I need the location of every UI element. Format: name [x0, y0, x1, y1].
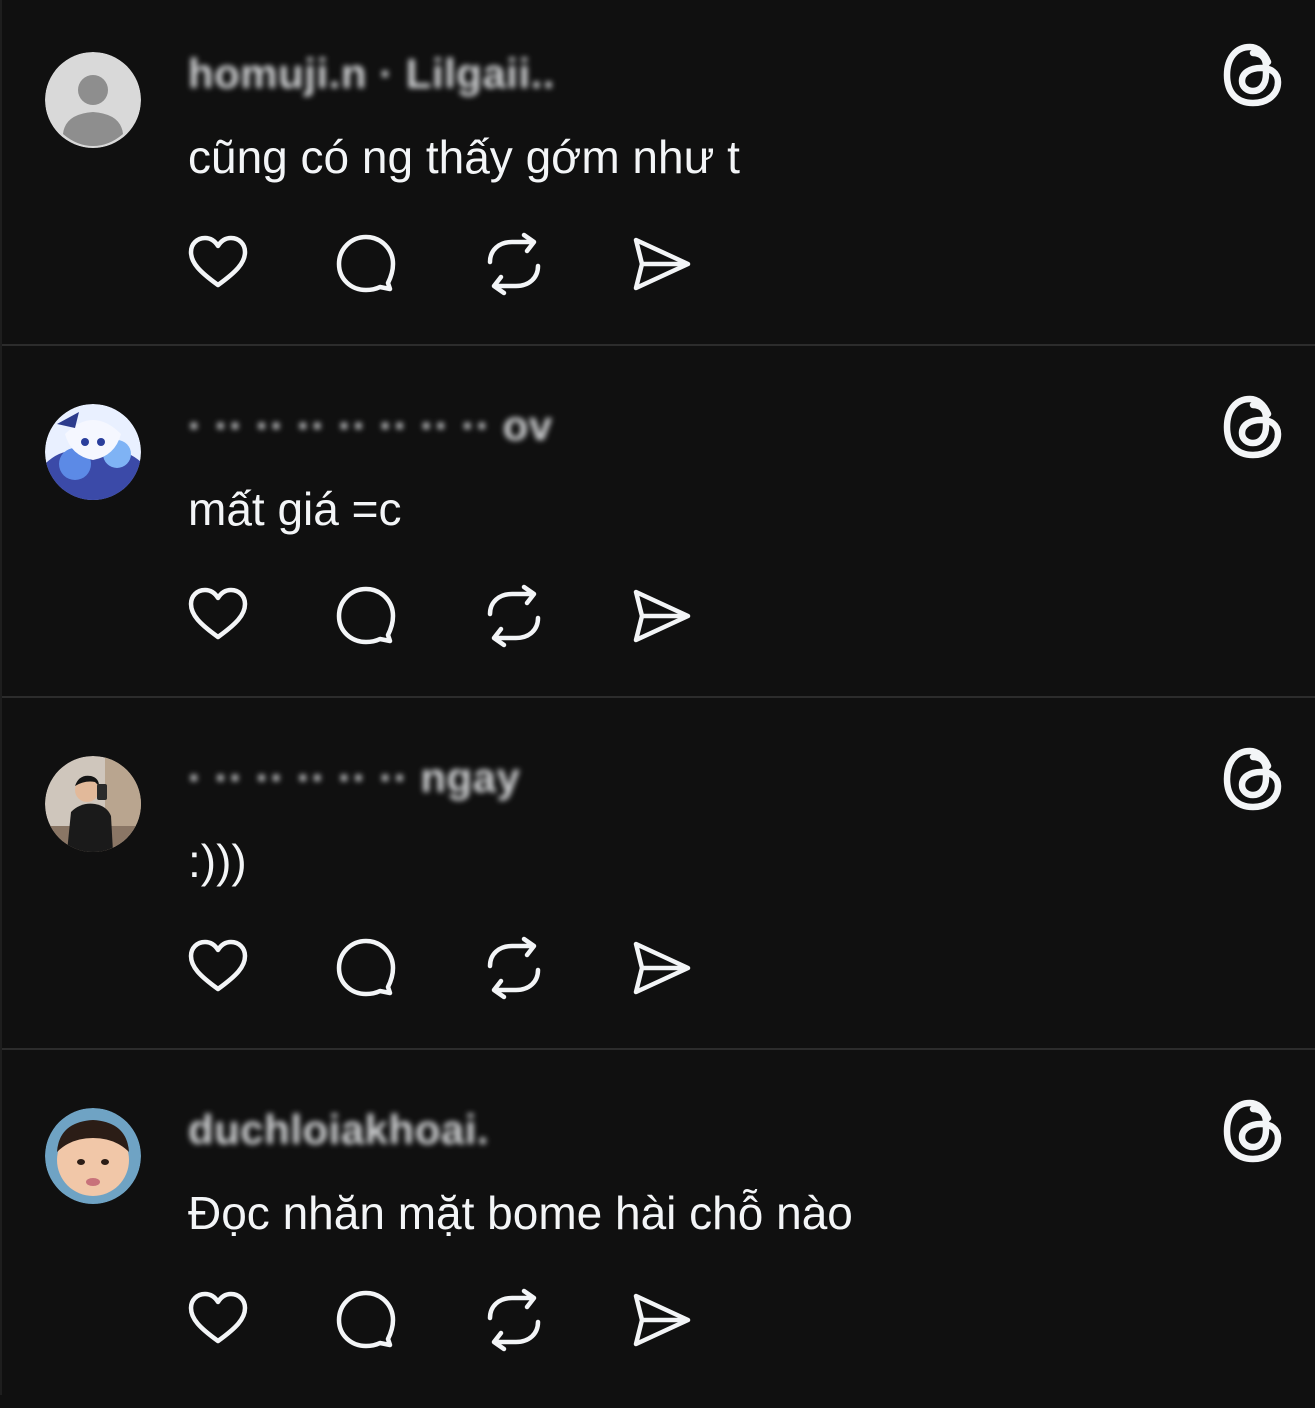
post-divider [2, 696, 1315, 698]
reply-button[interactable] [334, 584, 398, 648]
threads-logo-icon [1223, 395, 1282, 459]
username[interactable]: duchloiakhoai. [188, 1106, 489, 1154]
reply-button[interactable] [334, 936, 398, 1000]
comment-bubble-icon [336, 1290, 396, 1349]
repost-icon [487, 1288, 541, 1352]
username-text: · ·· ·· ·· ·· ·· ngay [188, 754, 521, 801]
heart-icon [188, 939, 248, 992]
child-avatar-image [45, 1108, 141, 1204]
post-text: Đọc nhăn mặt bome hài chỗ nào [188, 1187, 853, 1239]
action-bar [186, 936, 726, 1000]
threads-logo-button[interactable] [1220, 744, 1286, 814]
comment-bubble-icon [336, 586, 396, 645]
post-divider [2, 1048, 1315, 1050]
threads-logo-icon [1223, 747, 1282, 811]
heart-icon [188, 1291, 248, 1344]
send-icon [633, 941, 691, 995]
selfie-avatar-image [45, 756, 141, 852]
threads-logo-button[interactable] [1220, 1096, 1286, 1166]
avatar[interactable] [45, 52, 141, 148]
repost-icon [487, 936, 541, 1000]
action-bar [186, 232, 726, 296]
send-icon [633, 1293, 691, 1347]
username-text: duchloiakhoai. [188, 1106, 490, 1153]
avatar[interactable] [45, 1108, 141, 1204]
threads-logo-icon [1223, 1099, 1282, 1163]
like-button[interactable] [186, 232, 250, 296]
repost-icon [487, 584, 541, 648]
reply-button[interactable] [334, 1288, 398, 1352]
share-button[interactable] [630, 232, 694, 296]
reply-button[interactable] [334, 232, 398, 296]
action-bar [186, 1288, 726, 1352]
avatar[interactable] [45, 404, 141, 500]
reply-post: · ·· ·· ·· ·· ·· ngay :))) [2, 704, 1315, 1056]
post-text: cũng có ng thấy gớm như t [188, 131, 740, 183]
share-button[interactable] [630, 584, 694, 648]
reply-post: · ·· ·· ·· ·· ·· ·· ·· ov mất giá =c [2, 352, 1315, 704]
reply-post: homuji.n · Lilgaii.. cũng có ng thấy gớm… [2, 0, 1315, 352]
send-icon [633, 589, 691, 643]
share-button[interactable] [630, 1288, 694, 1352]
username-text: homuji.n · Lilgaii.. [188, 50, 555, 97]
username[interactable]: · ·· ·· ·· ·· ·· ngay [188, 754, 520, 802]
heart-icon [188, 587, 248, 640]
share-button[interactable] [630, 936, 694, 1000]
like-button[interactable] [186, 936, 250, 1000]
threads-logo-icon [1223, 43, 1282, 107]
comment-bubble-icon [336, 938, 396, 997]
anime-avatar-image [45, 404, 141, 500]
replies-feed: homuji.n · Lilgaii.. cũng có ng thấy gớm… [0, 0, 1315, 1395]
heart-icon [188, 235, 248, 288]
like-button[interactable] [186, 584, 250, 648]
avatar[interactable] [45, 756, 141, 852]
send-icon [633, 237, 691, 291]
username-text: · ·· ·· ·· ·· ·· ·· ·· ov [188, 402, 553, 449]
username[interactable]: · ·· ·· ·· ·· ·· ·· ·· ov [188, 402, 553, 450]
repost-button[interactable] [482, 584, 546, 648]
post-text: :))) [188, 835, 247, 887]
repost-button[interactable] [482, 1288, 546, 1352]
like-button[interactable] [186, 1288, 250, 1352]
post-divider [2, 344, 1315, 346]
username[interactable]: homuji.n · Lilgaii.. [188, 50, 555, 98]
threads-logo-button[interactable] [1220, 392, 1286, 462]
action-bar [186, 584, 726, 648]
comment-bubble-icon [336, 234, 396, 293]
post-text: mất giá =c [188, 483, 402, 535]
reply-post: duchloiakhoai. Đọc nhăn mặt bome hài chỗ… [2, 1056, 1315, 1408]
repost-button[interactable] [482, 232, 546, 296]
repost-icon [487, 232, 541, 296]
default-avatar-icon [45, 52, 141, 148]
repost-button[interactable] [482, 936, 546, 1000]
threads-logo-button[interactable] [1220, 40, 1286, 110]
